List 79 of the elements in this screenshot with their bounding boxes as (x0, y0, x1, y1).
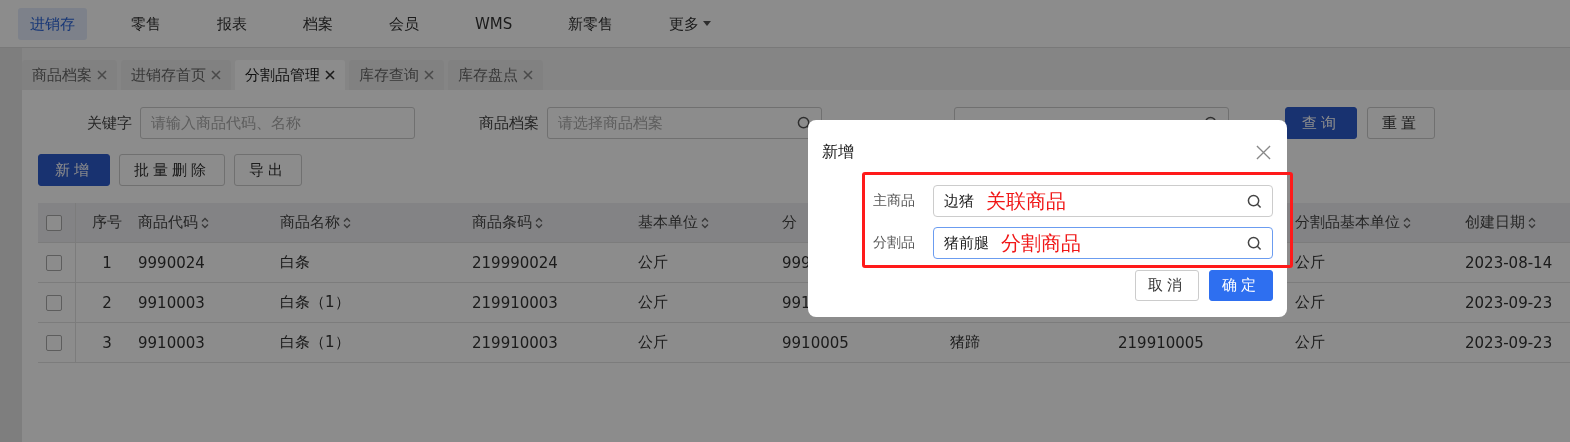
table-cell: 白条 (280, 253, 310, 272)
dialog-button[interactable]: 取消 (1135, 270, 1199, 301)
checkbox[interactable] (46, 294, 62, 311)
table-cell: 公斤 (1295, 333, 1325, 352)
close-icon[interactable] (211, 70, 221, 80)
table-cell: 猪蹄 (950, 333, 980, 352)
table-cell: 白条（1） (280, 293, 350, 312)
page-tab[interactable]: 分割品管理 (235, 60, 345, 90)
table-cell: 991 (782, 293, 811, 312)
input-field[interactable]: 边猪 关联商品 (933, 185, 1273, 217)
table-cell: 公斤 (638, 253, 668, 272)
close-icon[interactable] (1256, 145, 1271, 160)
table-cell: 9910003 (138, 333, 205, 352)
table-cell: 9910003 (138, 293, 205, 312)
column-header[interactable]: 分割品基本单位 (1295, 213, 1400, 232)
table-cell: 公斤 (638, 293, 668, 312)
close-icon[interactable] (424, 70, 434, 80)
input-field[interactable]: 猪前腿 分割商品 (933, 227, 1273, 259)
table-cell: 公斤 (1295, 253, 1325, 272)
table-cell: 公斤 (638, 333, 668, 352)
action-button[interactable]: 新增 (38, 154, 110, 186)
sort-icon[interactable] (701, 216, 709, 229)
table-cell: 219910003 (472, 293, 558, 312)
column-header[interactable]: 商品条码 (472, 213, 532, 232)
filter-label: 关键字 (86, 113, 132, 133)
sort-icon[interactable] (1528, 216, 1536, 229)
action-button[interactable]: 批量删除 (119, 154, 225, 186)
dialog-title: 新增 (822, 142, 854, 163)
sort-icon[interactable] (535, 216, 543, 229)
filter-button[interactable]: 重置 (1367, 107, 1435, 139)
column-header[interactable]: 分 (782, 213, 797, 232)
nav-tab[interactable]: 更多 (657, 7, 724, 40)
checkbox[interactable] (46, 214, 62, 231)
annotation-text: 分割商品 (1001, 229, 1082, 257)
table-cell: 9910005 (782, 333, 849, 352)
table-cell: 1 (102, 253, 112, 272)
nav-tab[interactable]: 进销存 (18, 7, 87, 40)
page-tab[interactable]: 进销存首页 (121, 60, 231, 90)
nav-tab[interactable]: 新零售 (556, 7, 626, 40)
table-cell: 2023-08-14 (1465, 253, 1553, 272)
table-cell: 2023-09-23 (1465, 333, 1553, 352)
table-cell: 公斤 (1295, 293, 1325, 312)
table-cell: 9990024 (138, 253, 205, 272)
close-icon[interactable] (97, 70, 107, 80)
page-tab[interactable]: 商品档案 (22, 60, 117, 90)
table-cell: 2 (102, 293, 112, 312)
table-cell: 219910005 (1118, 333, 1204, 352)
filter-button[interactable]: 查询 (1285, 107, 1357, 139)
table-cell: 白条（1） (280, 333, 350, 352)
close-icon[interactable] (325, 70, 335, 80)
action-button[interactable]: 导出 (234, 154, 302, 186)
close-icon[interactable] (523, 70, 533, 80)
table-cell: 219910003 (472, 333, 558, 352)
column-header[interactable]: 商品名称 (280, 213, 340, 232)
checkbox[interactable] (46, 334, 62, 351)
sort-icon[interactable] (1403, 216, 1411, 229)
filter-label: 商品档案 (478, 113, 539, 133)
nav-tab[interactable]: 会员 (377, 7, 431, 40)
nav-tab[interactable]: 零售 (119, 7, 173, 40)
sort-icon[interactable] (343, 216, 351, 229)
table-cell: 219990024 (472, 253, 558, 272)
dialog-button[interactable]: 确定 (1209, 270, 1273, 301)
page-tab[interactable]: 库存查询 (349, 60, 444, 90)
sort-icon[interactable] (201, 216, 209, 229)
table-cell: 3 (102, 333, 112, 352)
column-header[interactable]: 创建日期 (1465, 213, 1525, 232)
caret-icon (703, 21, 712, 26)
column-header[interactable]: 基本单位 (638, 213, 698, 232)
nav-tab[interactable]: WMS (463, 7, 525, 40)
annotation-text: 关联商品 (986, 187, 1067, 215)
field-label: 主商品 (873, 192, 916, 210)
page-tab[interactable]: 库存盘点 (448, 60, 543, 90)
field-label: 分割品 (873, 234, 916, 252)
checkbox[interactable] (46, 254, 62, 271)
column-header[interactable]: 商品代码 (138, 213, 198, 232)
nav-tab[interactable]: 报表 (205, 7, 259, 40)
table-cell: 2023-09-23 (1465, 293, 1553, 312)
nav-tab[interactable]: 档案 (291, 7, 345, 40)
column-header[interactable]: 序号 (92, 213, 122, 232)
